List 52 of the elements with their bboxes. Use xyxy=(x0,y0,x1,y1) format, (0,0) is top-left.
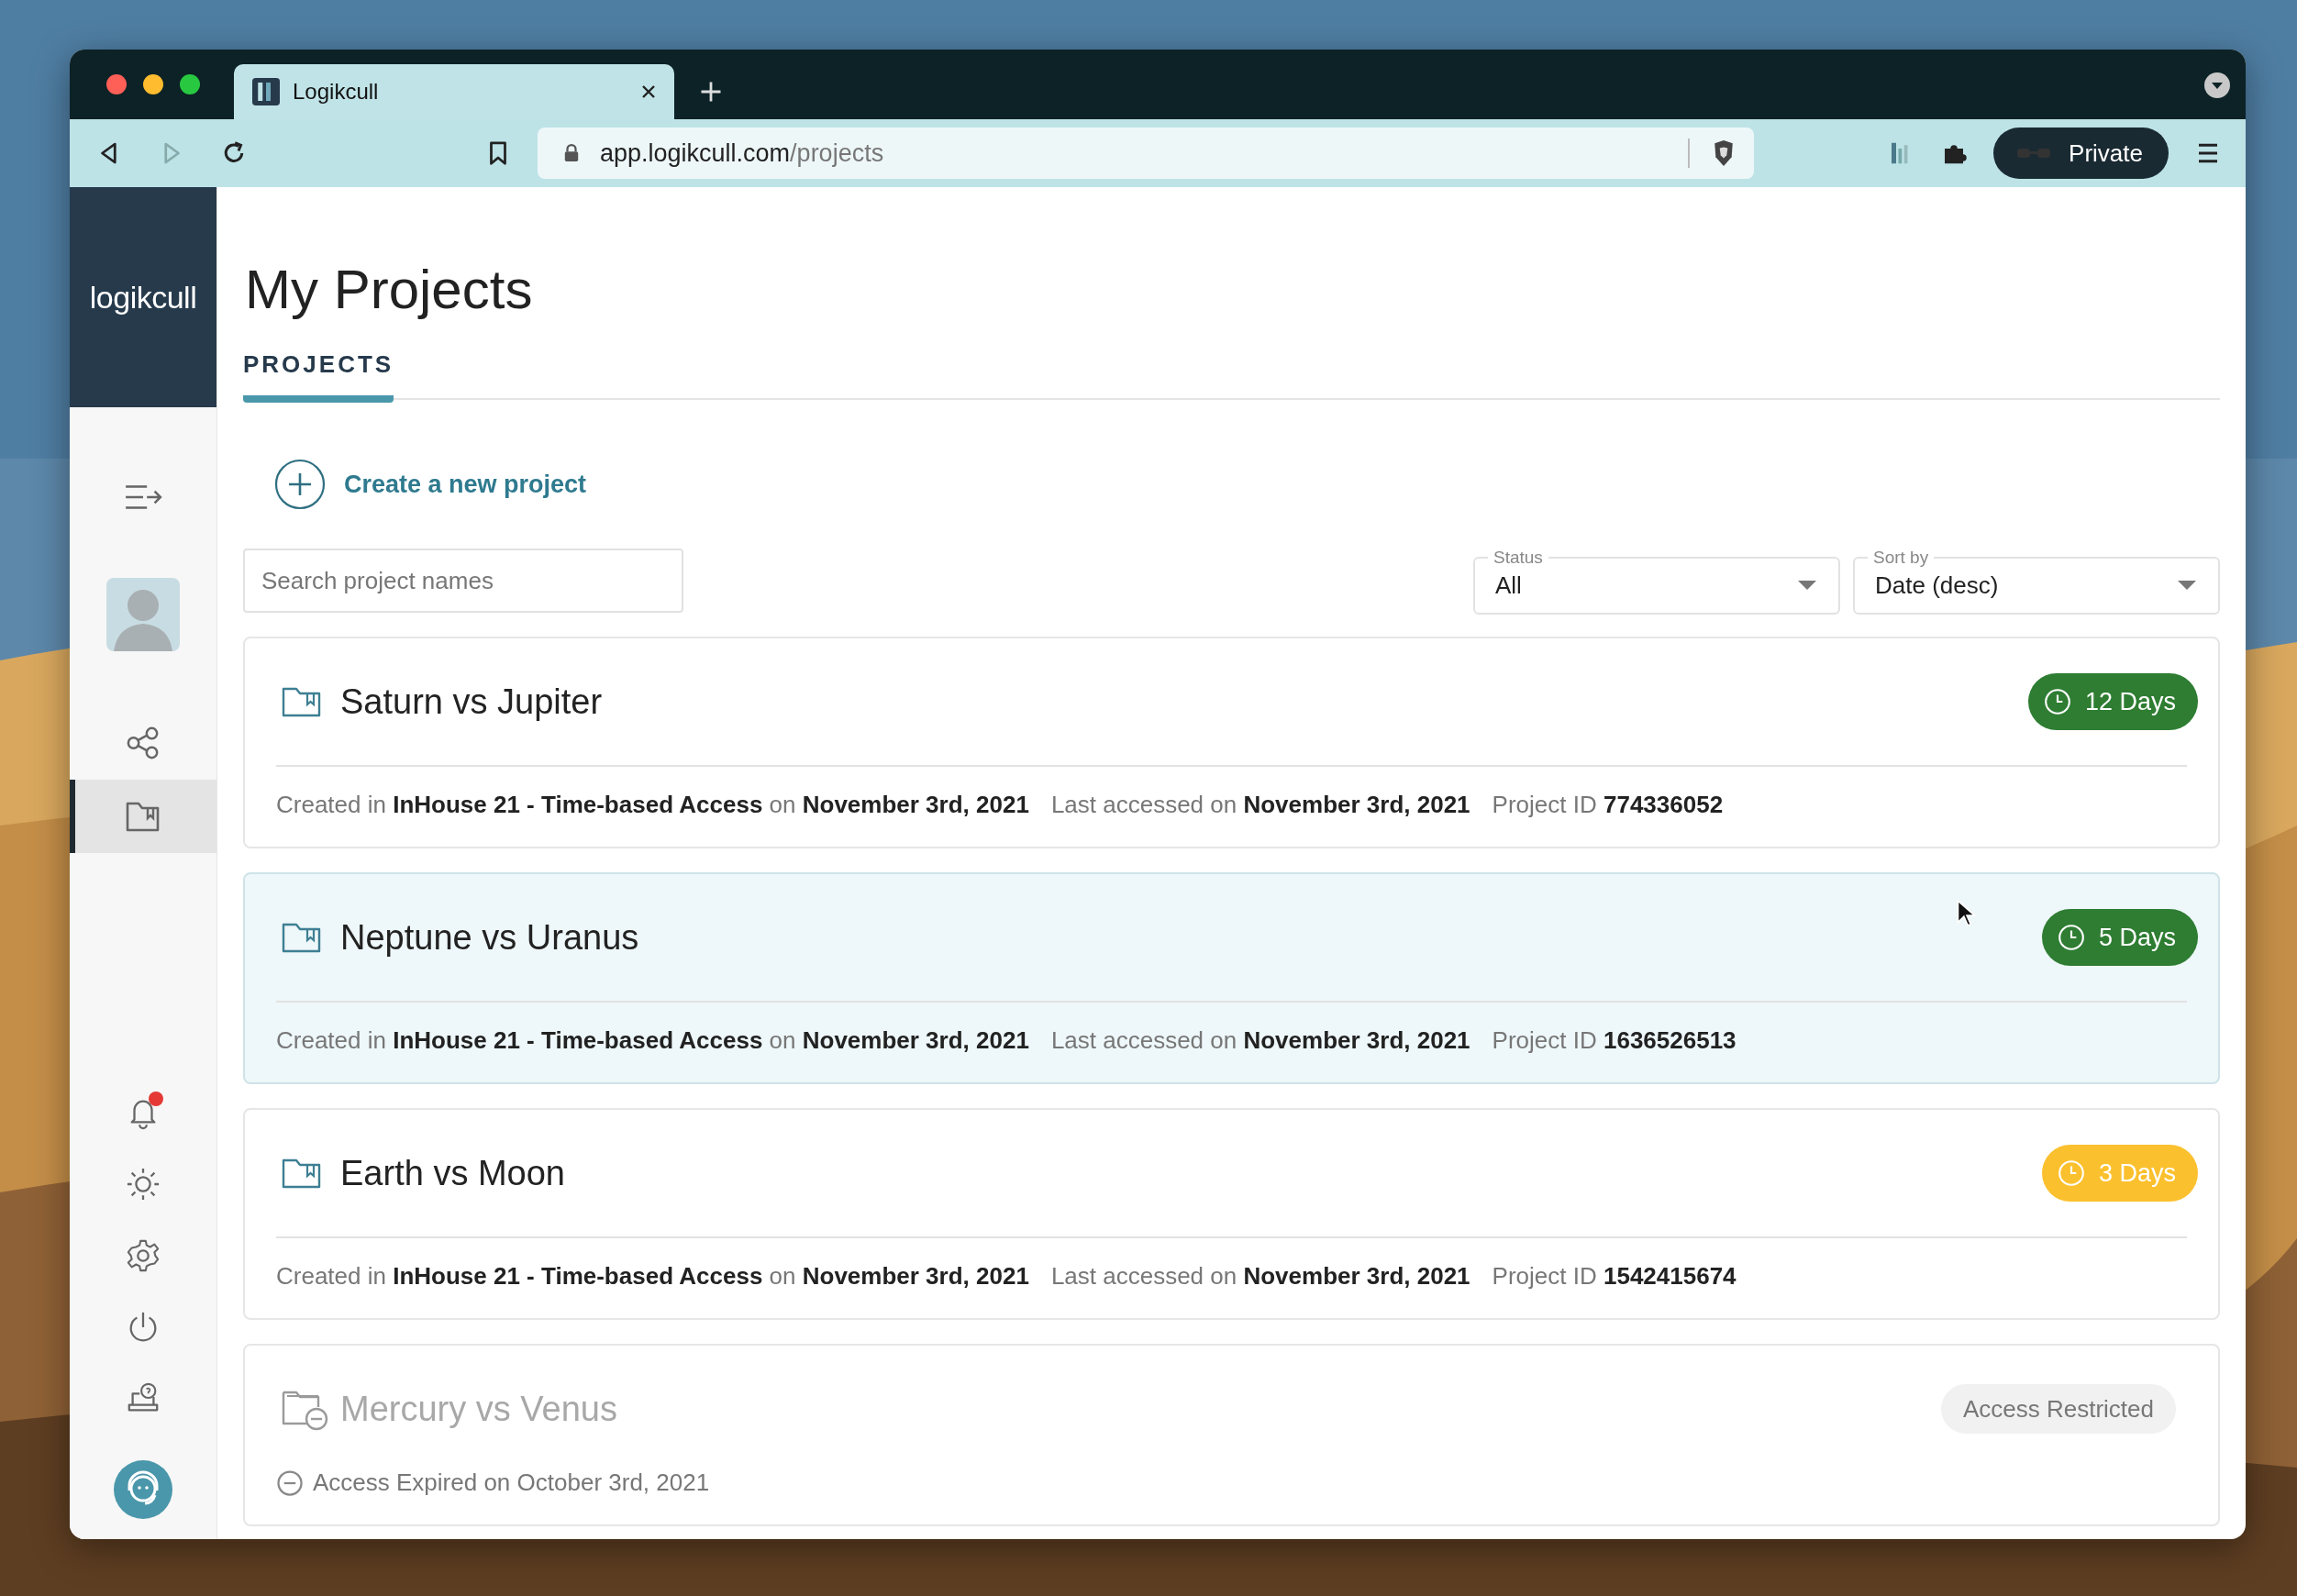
logo[interactable]: logikcull xyxy=(70,187,216,407)
mouse-cursor-icon xyxy=(1956,899,1976,928)
expired-icon xyxy=(276,1469,304,1497)
project-detail: Project ID 1636526513 xyxy=(1492,1026,1737,1055)
project-card[interactable]: Earth vs Moon 3 Days Created in InHouse 21 - Time-based Access on November 3rd, 2021 Last accessed on November 3rd, 2021 Project ID 1542415674 xyxy=(243,1108,2220,1320)
project-detail: Created in InHouse 21 - Time-based Access on November 3rd, 2021 xyxy=(276,791,1029,819)
folder-bookmark-icon xyxy=(282,921,322,954)
glasses-icon xyxy=(2015,146,2053,161)
project-detail: Last accessed on November 3rd, 2021 xyxy=(1050,791,1470,819)
lock-icon xyxy=(563,143,580,163)
page-title: My Projects xyxy=(245,258,534,322)
address-bar[interactable]: app.logikcull.com/projects xyxy=(538,127,1754,179)
days-remaining-badge: 12 Days xyxy=(2027,673,2198,730)
project-name[interactable]: Saturn vs Jupiter xyxy=(340,682,2028,722)
private-window-button[interactable]: Private xyxy=(1993,127,2169,179)
sidebar-nav-item[interactable] xyxy=(70,780,216,853)
project-detail: Last accessed on November 3rd, 2021 xyxy=(1050,1026,1470,1055)
browser-tab[interactable]: Logikcull xyxy=(234,64,674,119)
folder-bookmark-icon xyxy=(282,1157,322,1190)
projects-tab[interactable]: PROJECTS xyxy=(243,350,394,403)
add-icon[interactable] xyxy=(274,459,326,510)
days-remaining-badge: 5 Days xyxy=(2041,909,2198,966)
zoom-window-button[interactable] xyxy=(180,74,200,94)
caret-icon xyxy=(2178,581,2196,590)
project-detail: Last accessed on November 3rd, 2021 xyxy=(1050,1262,1470,1291)
project-detail: Project ID 1542415674 xyxy=(1492,1262,1737,1291)
tab-list-icon[interactable] xyxy=(2203,72,2231,99)
support-agent-icon[interactable] xyxy=(114,1460,172,1519)
folder-bookmark-icon xyxy=(282,685,322,718)
expand-menu-icon[interactable] xyxy=(124,482,162,512)
minimize-window-button[interactable] xyxy=(143,74,163,94)
project-detail: Created in InHouse 21 - Time-based Access on November 3rd, 2021 xyxy=(276,1026,1029,1055)
project-card[interactable]: Mercury vs Venus Access Restricted Access Expired on October 3rd, 2021 xyxy=(243,1344,2220,1526)
caret-icon xyxy=(1798,581,1816,590)
lion-shield-icon[interactable] xyxy=(1712,139,1736,168)
access-restricted-badge: Access Restricted xyxy=(1940,1384,2176,1434)
create-project-link[interactable]: Create a new project xyxy=(344,470,587,499)
project-detail: Access Expired on October 3rd, 2021 xyxy=(313,1469,710,1497)
tab-title: Logikcull xyxy=(293,79,380,105)
project-name[interactable]: Neptune vs Uranus xyxy=(340,917,2042,958)
close-window-button[interactable] xyxy=(106,74,127,94)
settings-icon[interactable] xyxy=(125,1238,161,1273)
project-detail: Project ID 774336052 xyxy=(1492,791,1724,819)
search-field[interactable]: Search project names xyxy=(243,549,683,613)
days-remaining-badge: 3 Days xyxy=(2041,1145,2198,1202)
project-name[interactable]: Earth vs Moon xyxy=(340,1153,2042,1193)
favicon-icon xyxy=(252,78,280,105)
project-card[interactable]: Neptune vs Uranus 5 Days Created in InHouse 21 - Time-based Access on November 3rd, 2021 Last accessed on November 3rd, 2021 Project ID 1636526513 xyxy=(243,872,2220,1084)
project-card[interactable]: Saturn vs Jupiter 12 Days Created in InHouse 21 - Time-based Access on November 3rd, 2021 Last accessed on November 3rd, 2021 Project ID 774336052 xyxy=(243,637,2220,848)
url-text: app.logikcull.com/projects xyxy=(600,139,885,168)
sun-icon[interactable] xyxy=(125,1167,161,1202)
project-detail: Created in InHouse 21 - Time-based Access on November 3rd, 2021 xyxy=(276,1262,1029,1291)
